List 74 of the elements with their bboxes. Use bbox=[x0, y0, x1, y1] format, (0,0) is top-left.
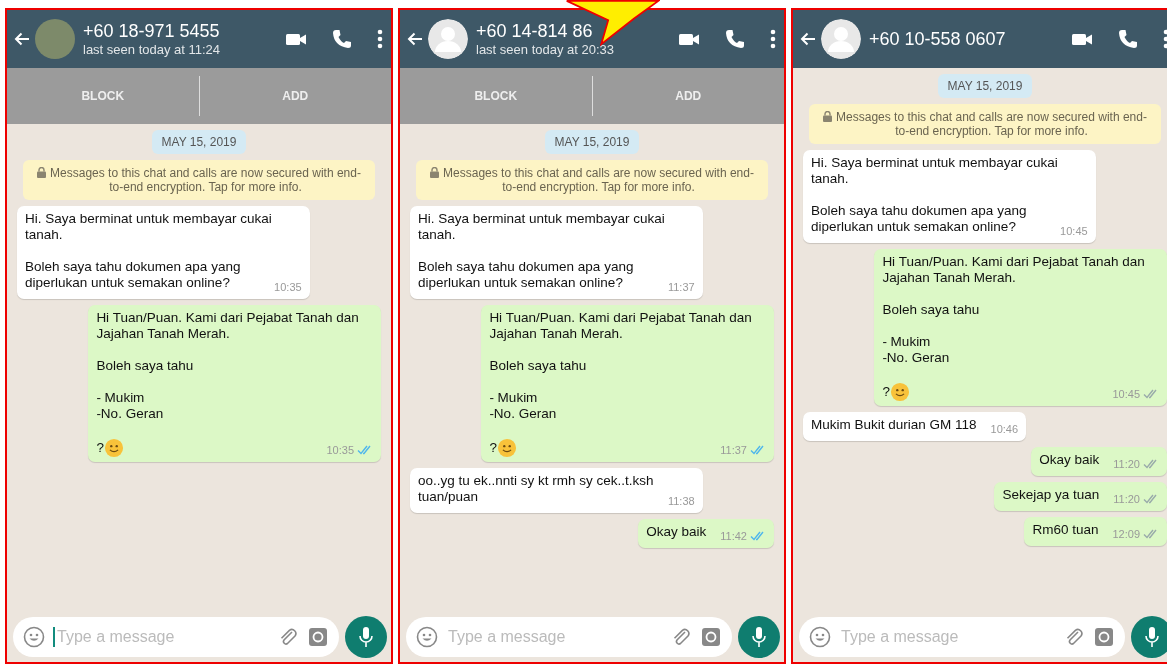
notice-text: Messages to this chat and calls are now secured with end-to-end encryption. Tap for more info. bbox=[443, 166, 754, 194]
incoming-message: Hi. Saya berminat untuk membayar cukai tanah. Boleh saya tahu dokumen apa yang diperlukan untuk semakan online? 11:37 bbox=[410, 206, 703, 299]
message-time: 10:45 bbox=[1112, 387, 1140, 402]
camera-icon[interactable] bbox=[700, 626, 722, 648]
outgoing-message: Hi Tuan/Puan. Kami dari Pejabat Tanah dan Jajahan Tanah Merah. Boleh saya tahu - Mukim -No. Geran ? 11:37 bbox=[481, 305, 774, 462]
more-options-icon[interactable] bbox=[377, 28, 383, 50]
message-field[interactable]: Type a message bbox=[13, 617, 339, 657]
last-seen-status: last seen today at 11:24 bbox=[83, 42, 222, 57]
last-seen-status: last seen today at 20:33 bbox=[476, 42, 616, 57]
contact-name: +60 18-971 5455 bbox=[83, 21, 221, 42]
emoji-icon[interactable] bbox=[23, 626, 45, 648]
message-field[interactable]: Type a message bbox=[799, 617, 1125, 657]
notice-text: Messages to this chat and calls are now secured with end-to-end encryption. Tap for more info. bbox=[836, 110, 1147, 138]
microphone-button[interactable] bbox=[345, 616, 387, 658]
date-label: MAY 15, 2019 bbox=[937, 74, 1033, 98]
date-label: MAY 15, 2019 bbox=[151, 130, 247, 154]
encryption-notice[interactable]: Messages to this chat and calls are now secured with end-to-end encryption. Tap for more info. bbox=[416, 160, 768, 200]
outgoing-message: Okay baik 11:42 bbox=[638, 519, 774, 548]
message-time: 11:20 bbox=[1113, 457, 1140, 472]
outgoing-message: Okay baik 11:20 bbox=[1031, 447, 1167, 476]
lock-icon bbox=[823, 111, 832, 122]
emoji-icon[interactable] bbox=[809, 626, 831, 648]
message-input[interactable]: Type a message bbox=[839, 627, 1055, 647]
message-time: 11:42 bbox=[720, 529, 747, 544]
message-time: 10:35 bbox=[326, 443, 354, 458]
encryption-notice[interactable]: Messages to this chat and calls are now secured with end-to-end encryption. Tap for more info. bbox=[23, 160, 375, 200]
contact-name: +60 14-814 86 bbox=[476, 21, 594, 42]
notice-text: Messages to this chat and calls are now secured with end-to-end encryption. Tap for more info. bbox=[50, 166, 361, 194]
message-time: 10:35 bbox=[274, 280, 302, 295]
back-arrow-icon[interactable] bbox=[406, 30, 424, 48]
camera-icon[interactable] bbox=[307, 626, 329, 648]
more-options-icon[interactable] bbox=[770, 28, 776, 50]
outgoing-message: Hi Tuan/Puan. Kami dari Pejabat Tanah dan Jajahan Tanah Merah. Boleh saya tahu - Mukim -No. Geran ? 10:45 bbox=[874, 249, 1167, 406]
avatar-icon bbox=[428, 19, 468, 59]
outgoing-message: Hi Tuan/Puan. Kami dari Pejabat Tanah dan Jajahan Tanah Merah. Boleh saya tahu - Mukim -No. Geran ? 10:35 bbox=[88, 305, 381, 462]
phone-icon[interactable] bbox=[724, 28, 746, 50]
encryption-notice[interactable]: Messages to this chat and calls are now secured with end-to-end encryption. Tap for more info. bbox=[809, 104, 1161, 144]
message-time: 10:46 bbox=[990, 422, 1019, 437]
outgoing-message: Rm60 tuan 12:09 bbox=[1024, 517, 1167, 546]
message-time: 11:20 bbox=[1113, 492, 1140, 507]
photo-placeholder bbox=[35, 19, 75, 59]
date-label: MAY 15, 2019 bbox=[544, 130, 640, 154]
message-time: 12:09 bbox=[1112, 527, 1140, 542]
incoming-message: Hi. Saya berminat untuk membayar cukai tanah. Boleh saya tahu dokumen apa yang diperlukan untuk semakan online? 10:45 bbox=[803, 150, 1096, 243]
contact-name: +60 10-558 0607 bbox=[869, 28, 1007, 50]
phone-icon[interactable] bbox=[331, 28, 353, 50]
action-button[interactable]: BLOCK bbox=[7, 68, 199, 124]
incoming-message: oo..yg tu ek..nnti sy kt rmh sy cek..t.ksh tuan/puan 11:38 bbox=[410, 468, 703, 513]
message-time: 10:45 bbox=[1060, 224, 1088, 239]
emoji-icon[interactable] bbox=[416, 626, 438, 648]
message-input[interactable]: Type a message bbox=[446, 627, 662, 647]
message-input[interactable]: Type a message bbox=[53, 627, 269, 647]
lock-icon bbox=[430, 167, 439, 178]
avatar-icon bbox=[821, 19, 861, 59]
phone-icon[interactable] bbox=[1117, 28, 1139, 50]
camera-icon[interactable] bbox=[1093, 626, 1115, 648]
message-time: 11:37 bbox=[667, 280, 695, 295]
microphone-button[interactable] bbox=[738, 616, 780, 658]
back-arrow-icon[interactable] bbox=[799, 30, 817, 48]
back-arrow-icon[interactable] bbox=[13, 30, 31, 48]
microphone-icon bbox=[358, 626, 374, 648]
message-time: 11:37 bbox=[720, 443, 747, 458]
microphone-button[interactable] bbox=[1131, 616, 1167, 658]
action-button[interactable]: ADD bbox=[592, 68, 784, 124]
incoming-message: Hi. Saya berminat untuk membayar cukai tanah. Boleh saya tahu dokumen apa yang diperlukan untuk semakan online? 10:35 bbox=[17, 206, 310, 299]
message-time: 11:38 bbox=[667, 494, 695, 509]
microphone-icon bbox=[1144, 626, 1160, 648]
microphone-icon bbox=[751, 626, 767, 648]
lock-icon bbox=[37, 167, 46, 178]
incoming-message: Mukim Bukit durian GM 118 10:46 bbox=[803, 412, 1027, 441]
outgoing-message: Sekejap ya tuan 11:20 bbox=[994, 482, 1167, 511]
action-button[interactable]: BLOCK bbox=[400, 68, 592, 124]
message-field[interactable]: Type a message bbox=[406, 617, 732, 657]
action-button[interactable]: ADD bbox=[199, 68, 391, 124]
